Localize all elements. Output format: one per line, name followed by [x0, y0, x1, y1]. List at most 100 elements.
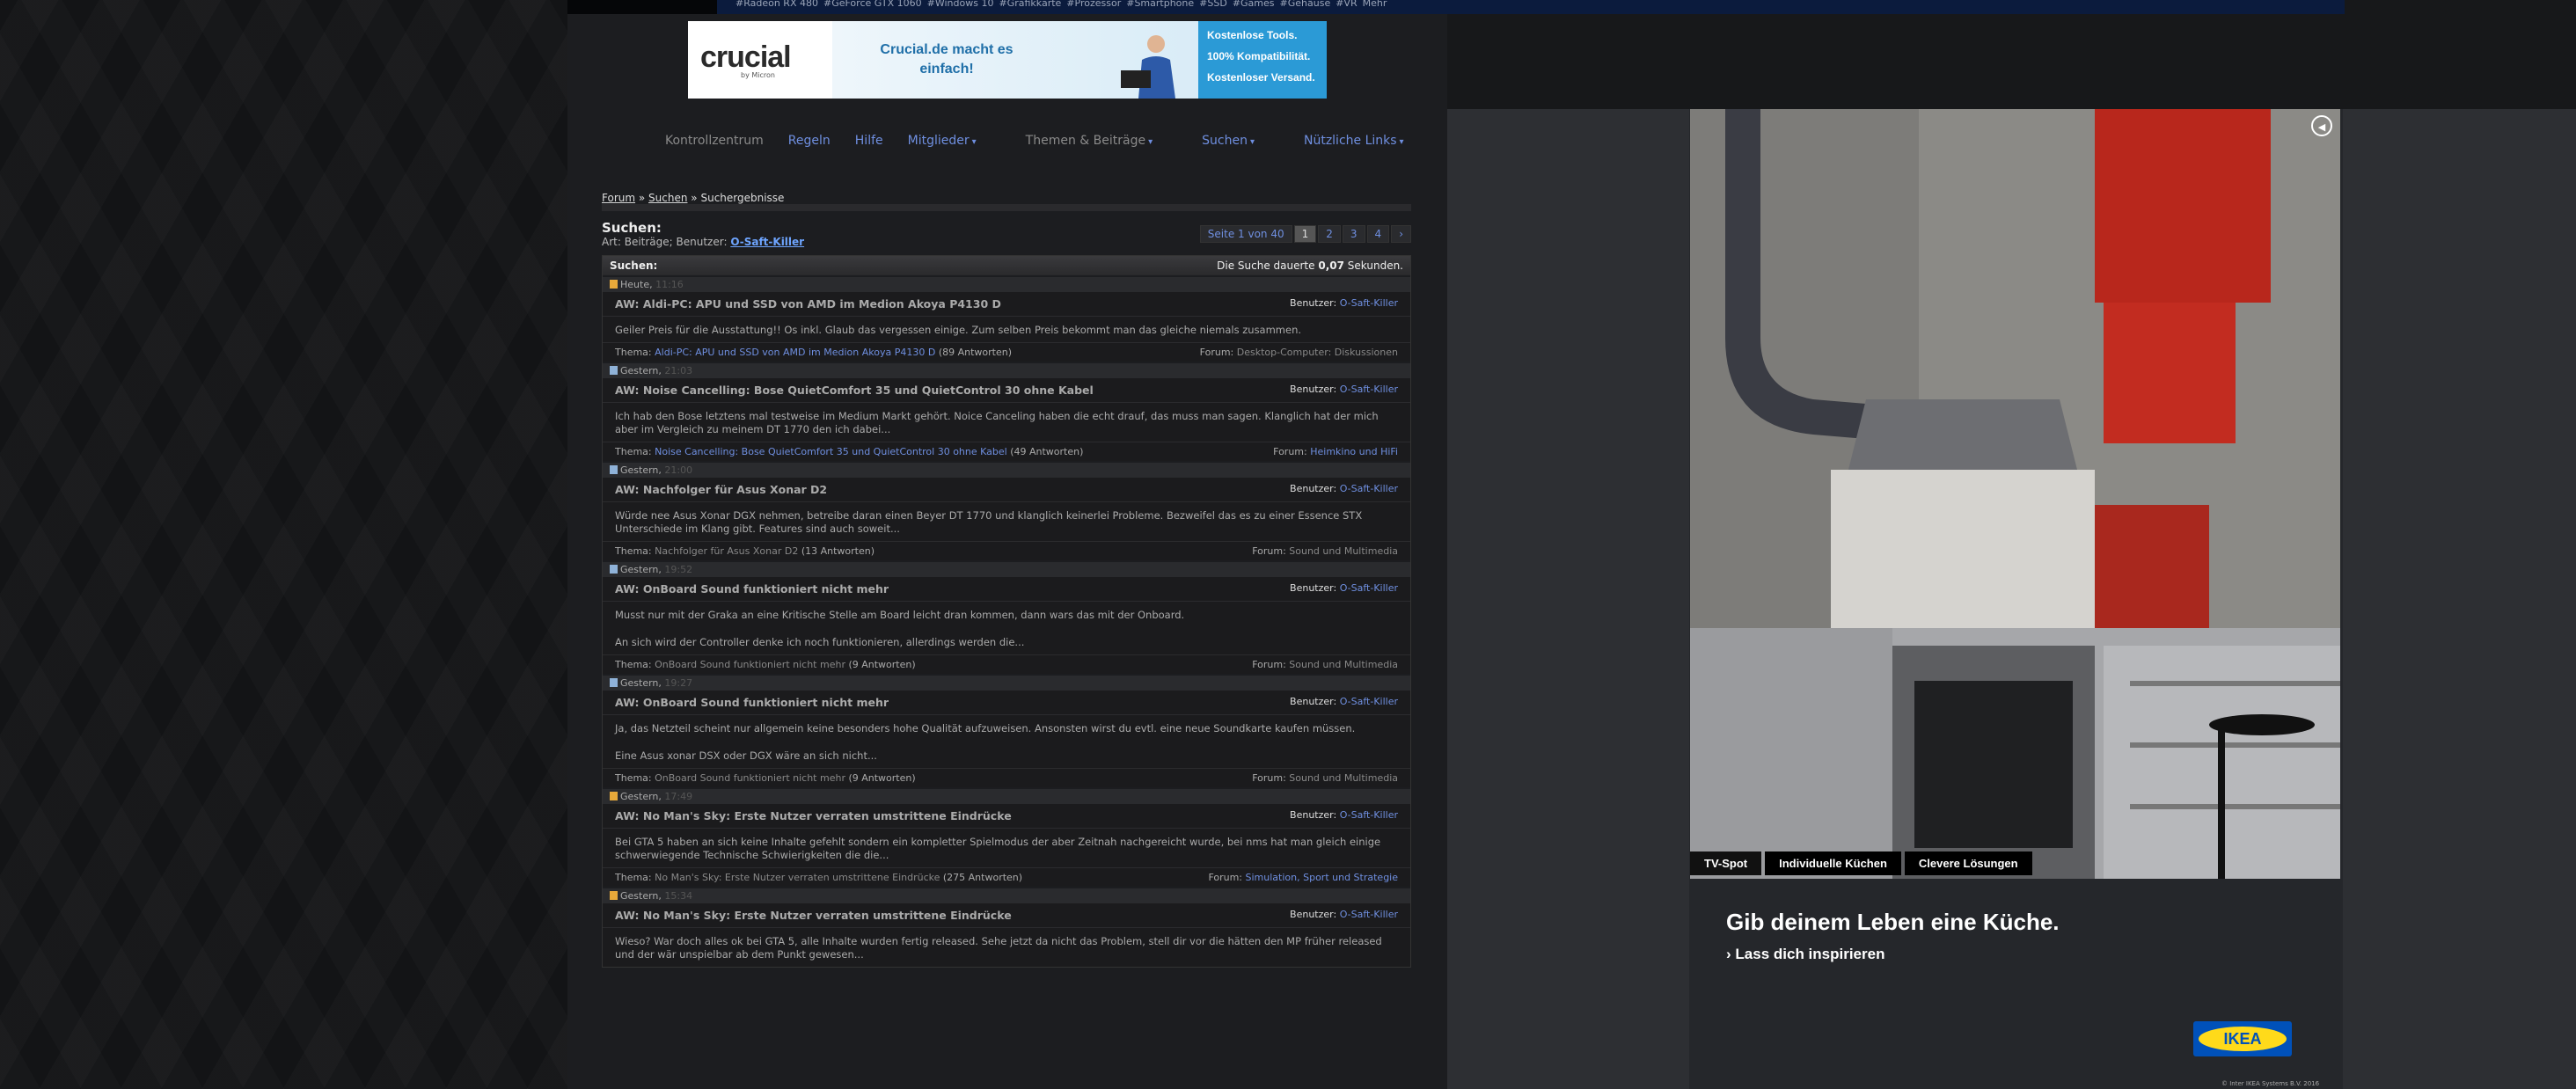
thread-link[interactable]: OnBoard Sound funktioniert nicht mehr	[655, 772, 845, 784]
kitchen-video[interactable]	[1690, 109, 2340, 879]
ad-tabs: TV-Spot Individuelle Küchen Clevere Lösung…	[1690, 851, 2036, 875]
thread-info: Thema: No Man's Sky: Erste Nutzer verrat…	[615, 872, 1022, 883]
post-status-icon	[610, 678, 618, 687]
tag-link[interactable]: #Gehäuse	[1280, 0, 1331, 9]
post-title-link[interactable]: AW: OnBoard Sound funktioniert nicht meh…	[615, 582, 889, 596]
ad-tab[interactable]: Individuelle Küchen	[1765, 851, 1901, 875]
chevron-down-icon: ▾	[1399, 137, 1404, 147]
excerpt-paragraph: Würde nee Asus Xonar DGX nehmen, betreib…	[615, 509, 1363, 535]
post-title-row: AW: No Man's Sky: Erste Nutzer verraten …	[603, 804, 1410, 829]
reply-count: (89 Antworten)	[935, 347, 1013, 358]
nav-item-regeln[interactable]: Regeln	[788, 134, 831, 148]
forum-link[interactable]: Desktop-Computer: Diskussionen	[1237, 347, 1398, 358]
page-link[interactable]: 3	[1342, 225, 1365, 243]
forum-label: Forum:	[1252, 545, 1290, 557]
post-user: Benutzer: O-Saft-Killer	[1290, 809, 1398, 822]
post-time: 11:16	[655, 279, 684, 290]
post-title-row: AW: Noise Cancelling: Bose QuietComfort …	[603, 378, 1410, 403]
site-logo[interactable]	[567, 0, 717, 14]
nav-item-kontrollzentrum[interactable]: Kontrollzentrum	[665, 134, 764, 148]
thread-info: Thema: Nachfolger für Asus Xonar D2 (13 …	[615, 545, 875, 557]
next-page-button[interactable]: ›	[1391, 225, 1411, 243]
tag-nav: #Radeon RX 480 #GeForce GTX 1060 #Windows …	[735, 0, 1392, 9]
excerpt-paragraph: An sich wird der Controller denke ich no…	[615, 636, 1025, 648]
thread-link[interactable]: No Man's Sky: Erste Nutzer verraten umst…	[655, 872, 940, 883]
breadcrumb-search[interactable]: Suchen	[648, 192, 687, 204]
reply-count: (9 Antworten)	[845, 772, 916, 784]
post-title-link[interactable]: AW: Nachfolger für Asus Xonar D2	[615, 483, 827, 496]
banner-tagline: Crucial.de macht es einfach!	[880, 42, 1014, 77]
tag-link[interactable]: #Games	[1233, 0, 1275, 9]
excerpt-paragraph: Bei GTA 5 haben an sich keine Inhalte ge…	[615, 836, 1381, 861]
post-title-link[interactable]: AW: Noise Cancelling: Bose QuietComfort …	[615, 384, 1094, 397]
forum-link[interactable]: Simulation, Sport und Strategie	[1246, 872, 1398, 883]
post-time: 19:27	[664, 677, 693, 689]
thread-link[interactable]: Aldi-PC: APU und SSD von AMD im Medion A…	[655, 347, 935, 358]
forum-link[interactable]: Sound und Multimedia	[1289, 545, 1398, 557]
thread-link[interactable]: Nachfolger für Asus Xonar D2	[655, 545, 798, 557]
tag-link[interactable]: #SSD	[1199, 0, 1227, 9]
post-title-row: AW: OnBoard Sound funktioniert nicht meh…	[603, 691, 1410, 715]
tag-link[interactable]: #Windows 10	[927, 0, 994, 9]
reply-count: (9 Antworten)	[845, 659, 916, 670]
ad-tab[interactable]: Clevere Lösungen	[1904, 851, 2032, 875]
ad-tab[interactable]: TV-Spot	[1690, 851, 1762, 875]
post-title-link[interactable]: AW: No Man's Sky: Erste Nutzer verraten …	[615, 909, 1012, 922]
user-link[interactable]: O-Saft-Killer	[1340, 809, 1398, 821]
thread-info: Thema: Aldi-PC: APU und SSD von AMD im M…	[615, 347, 1012, 358]
thread-label: Thema:	[615, 659, 655, 670]
post-footer: Thema: OnBoard Sound funktioniert nicht …	[603, 654, 1410, 674]
user-link[interactable]: O-Saft-Killer	[1340, 297, 1398, 309]
post-day: Gestern,	[620, 365, 665, 376]
ikea-logo[interactable]: IKEA	[2193, 1021, 2292, 1056]
forum-link[interactable]: Heimkino und HiFi	[1310, 446, 1398, 457]
breadcrumb-forum[interactable]: Forum	[602, 192, 635, 204]
user-link[interactable]: O-Saft-Killer	[1340, 384, 1398, 395]
user-link[interactable]: O-Saft-Killer	[1340, 696, 1398, 707]
tag-link[interactable]: #Prozessor	[1066, 0, 1121, 9]
kitchen-image	[1690, 109, 2340, 879]
tag-link[interactable]: #Smartphone	[1126, 0, 1194, 9]
pagination: Seite 1 von 40 1 2 3 4 ›	[1198, 225, 1411, 243]
user-label: Benutzer:	[1290, 809, 1340, 821]
nav-item-hilfe[interactable]: Hilfe	[855, 134, 883, 148]
user-label: Benutzer:	[1290, 297, 1340, 309]
page-link[interactable]: 1	[1293, 225, 1317, 243]
post-date: Heute, 11:16	[603, 277, 1410, 292]
user-label: Benutzer:	[1290, 696, 1340, 707]
post-title-link[interactable]: AW: No Man's Sky: Erste Nutzer verraten …	[615, 809, 1012, 822]
page-link[interactable]: 2	[1318, 225, 1341, 243]
thread-link[interactable]: Noise Cancelling: Bose QuietComfort 35 u…	[655, 446, 1007, 457]
page-link[interactable]: 4	[1366, 225, 1390, 243]
ad-side-panel	[1447, 109, 1689, 1089]
forum-label: Forum:	[1199, 347, 1237, 358]
tag-link[interactable]: #VR	[1336, 0, 1357, 9]
search-user-link[interactable]: O-Saft-Killer	[730, 236, 804, 248]
post-time: 19:52	[664, 564, 693, 575]
banner-feature: Kostenloser Versand.	[1207, 71, 1315, 84]
ad-cta-link[interactable]: › Lass dich inspirieren	[1726, 946, 1884, 963]
tag-link[interactable]: #GeForce GTX 1060	[823, 0, 922, 9]
tag-link[interactable]: #Grafikkarte	[999, 0, 1061, 9]
post-title-link[interactable]: AW: Aldi-PC: APU und SSD von AMD im Medi…	[615, 297, 1001, 311]
tag-link[interactable]: #Radeon RX 480	[735, 0, 818, 9]
post-date: Gestern, 21:03	[603, 363, 1410, 378]
user-link[interactable]: O-Saft-Killer	[1340, 483, 1398, 494]
nav-item-themen-beiträge[interactable]: Themen & Beiträge ▾	[1026, 134, 1177, 148]
forum-link[interactable]: Sound und Multimedia	[1289, 659, 1398, 670]
post-title-row: AW: OnBoard Sound funktioniert nicht meh…	[603, 577, 1410, 602]
nav-item-mitglieder[interactable]: Mitglieder ▾	[908, 134, 1001, 148]
thread-link[interactable]: OnBoard Sound funktioniert nicht mehr	[655, 659, 845, 670]
forum-link[interactable]: Sound und Multimedia	[1289, 772, 1398, 784]
post-excerpt: Wieso? War doch alles ok bei GTA 5, alle…	[603, 928, 1410, 967]
sound-toggle-icon[interactable]: ◀	[2311, 115, 2332, 136]
nav-item-suchen[interactable]: Suchen ▾	[1202, 134, 1279, 148]
user-link[interactable]: O-Saft-Killer	[1340, 582, 1398, 594]
tag-link[interactable]: Mehr	[1363, 0, 1387, 9]
forum-label: Forum:	[1273, 446, 1311, 457]
crucial-banner-ad[interactable]: crucial by Micron Crucial.de macht es ei…	[688, 21, 1327, 99]
post-title-link[interactable]: AW: OnBoard Sound funktioniert nicht meh…	[615, 696, 889, 709]
search-result: Gestern, 17:49 AW: No Man's Sky: Erste Nu…	[603, 789, 1410, 887]
user-link[interactable]: O-Saft-Killer	[1340, 909, 1398, 920]
nav-item-nützliche-links[interactable]: Nützliche Links ▾	[1304, 134, 1429, 148]
